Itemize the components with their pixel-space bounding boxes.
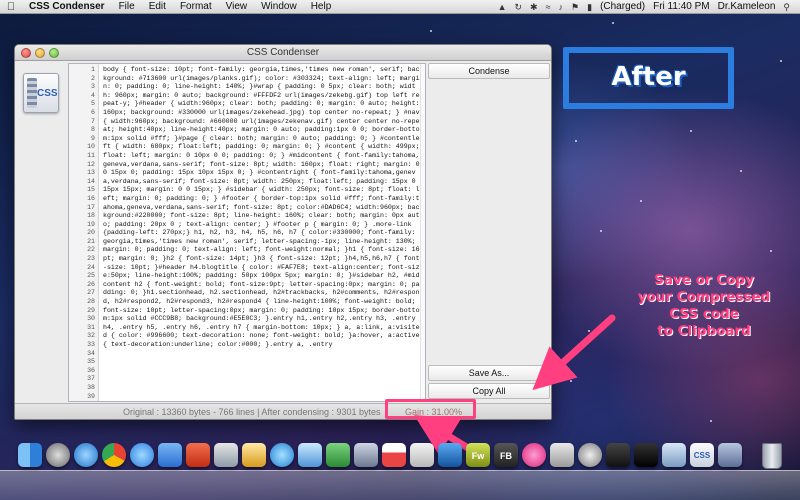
battery-icon[interactable]: ▮: [583, 0, 596, 14]
flash-builder-icon[interactable]: FB: [494, 443, 518, 467]
battery-status[interactable]: (Charged): [596, 0, 649, 14]
xampp-icon[interactable]: [186, 443, 210, 467]
minimize-icon[interactable]: [35, 48, 45, 58]
gain-highlight-box: [385, 399, 476, 419]
menu-edit[interactable]: Edit: [142, 0, 173, 14]
utility-icon[interactable]: [662, 443, 686, 467]
downloads-stack-icon[interactable]: [718, 443, 742, 467]
css-code-text[interactable]: body { font-size: 10pt; font-family: geo…: [103, 66, 421, 350]
tool-icon[interactable]: [242, 443, 266, 467]
menu-bar:  CSS Condenser File Edit Format View Wi…: [0, 0, 800, 14]
keyboard-flag-icon[interactable]: ⚑: [567, 0, 583, 14]
status-menus: ▲ ↻ ✱ ≈ ♪ ⚑ ▮ (Charged) Fri 11:40 PM Dr.…: [494, 0, 800, 14]
messages-icon[interactable]: [130, 443, 154, 467]
css-condenser-dock-icon[interactable]: CSS: [690, 443, 714, 467]
condense-button[interactable]: Condense: [428, 63, 550, 79]
safari-icon[interactable]: [74, 443, 98, 467]
clamp-icon: [27, 78, 37, 108]
clock[interactable]: Fri 11:40 PM: [649, 0, 714, 14]
line-numbers: 1 2 3 4 5 6 7 8 9 10 11 12 13 14 15 16 1…: [87, 66, 95, 400]
fireworks-icon[interactable]: Fw: [466, 443, 490, 467]
screen-recorder-icon[interactable]: [550, 443, 574, 467]
finder-folder-icon[interactable]: [158, 443, 182, 467]
ftp-icon[interactable]: [354, 443, 378, 467]
menu-view[interactable]: View: [219, 0, 255, 14]
app-window: CSS Condenser CSS 1 2 3 4 5 6 7 8 9 10 1…: [14, 44, 552, 420]
fireworks-label: Fw: [471, 451, 485, 461]
finder-icon[interactable]: [18, 443, 42, 467]
save-copy-note: Save or Copy your Compressed CSS code to…: [614, 272, 794, 340]
spotlight-icon[interactable]: ⚲: [779, 0, 794, 14]
save-as-button[interactable]: Save As...: [428, 365, 550, 381]
note-line: your Compressed: [637, 289, 771, 305]
zoom-icon[interactable]: [49, 48, 59, 58]
apple-menu-icon[interactable]: : [0, 1, 22, 13]
size-status: Original : 13360 bytes - 766 lines | Aft…: [123, 407, 381, 417]
dock-shelf: [0, 470, 800, 500]
calendar-icon[interactable]: [382, 443, 406, 467]
code-editor[interactable]: 1 2 3 4 5 6 7 8 9 10 11 12 13 14 15 16 1…: [68, 63, 426, 402]
bluetooth-icon[interactable]: ✱: [526, 0, 542, 14]
user-menu[interactable]: Dr.Kameleon: [714, 0, 780, 14]
text-editor-icon[interactable]: [410, 443, 434, 467]
terminal-icon[interactable]: [634, 443, 658, 467]
xcode-icon[interactable]: [214, 443, 238, 467]
close-icon[interactable]: [21, 48, 31, 58]
copy-all-button[interactable]: Copy All: [428, 383, 550, 399]
editor-scrollbar[interactable]: [420, 64, 425, 401]
chrome-icon[interactable]: [102, 443, 126, 467]
action-panel: Condense Save As... Copy All: [428, 63, 550, 402]
sync-icon[interactable]: ↻: [510, 0, 526, 14]
activity-monitor-icon[interactable]: [606, 443, 630, 467]
menu-file[interactable]: File: [112, 0, 142, 14]
window-title: CSS Condenser: [246, 47, 320, 58]
css-dock-label: CSS: [693, 451, 711, 460]
photo-icon[interactable]: [326, 443, 350, 467]
menu-window[interactable]: Window: [254, 0, 304, 14]
volume-icon[interactable]: ♪: [555, 0, 568, 14]
note-line: CSS code: [669, 306, 739, 322]
window-titlebar[interactable]: CSS Condenser: [15, 45, 551, 61]
menu-format[interactable]: Format: [173, 0, 219, 14]
arrow-to-copy-all: [532, 314, 616, 391]
note-line: to Clipboard: [657, 323, 751, 339]
heart-app-icon[interactable]: [522, 443, 546, 467]
photoshop-icon[interactable]: [438, 443, 462, 467]
app-icon-label: CSS: [37, 88, 58, 99]
fb-label: FB: [500, 451, 512, 461]
app-menu[interactable]: CSS Condenser: [22, 0, 112, 14]
css-app-icon: CSS: [23, 73, 59, 113]
dock: Fw FB CSS: [0, 440, 800, 500]
network-icon[interactable]: [298, 443, 322, 467]
launchpad-icon[interactable]: [46, 443, 70, 467]
wifi-icon[interactable]: ≈: [542, 0, 555, 14]
menu-help[interactable]: Help: [304, 0, 339, 14]
after-callout-box: After: [563, 47, 734, 109]
app-store-icon[interactable]: [270, 443, 294, 467]
after-label: After: [611, 62, 686, 92]
settings-icon[interactable]: [578, 443, 602, 467]
note-line: Save or Copy: [654, 272, 754, 288]
adobe-icon[interactable]: ▲: [494, 0, 511, 14]
trash-icon[interactable]: [762, 443, 782, 469]
line-number-gutter: 1 2 3 4 5 6 7 8 9 10 11 12 13 14 15 16 1…: [69, 64, 99, 401]
